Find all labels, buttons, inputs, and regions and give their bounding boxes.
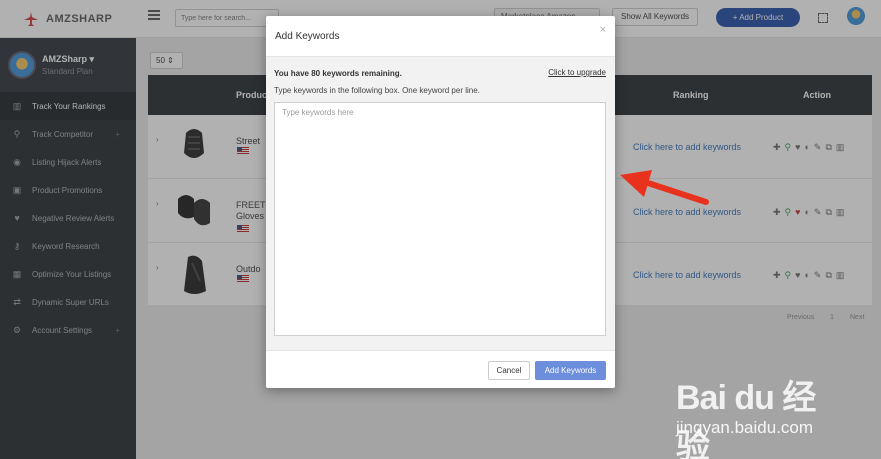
- watermark-logo: Bai du 经验: [676, 379, 816, 459]
- baidu-watermark: Bai du 经验 jingyan.baidu.com: [676, 366, 836, 459]
- add-keywords-button[interactable]: Add Keywords: [535, 361, 606, 380]
- instructions: Type keywords in the following box. One …: [274, 86, 480, 95]
- watermark-url: jingyan.baidu.com: [676, 418, 814, 437]
- annotation-arrow: [620, 170, 709, 205]
- upgrade-link[interactable]: Click to upgrade: [548, 68, 606, 77]
- modal-header: Add Keywords ×: [266, 16, 615, 57]
- add-keywords-modal: Add Keywords × You have 80 keywords rema…: [266, 16, 615, 388]
- cancel-button[interactable]: Cancel: [488, 361, 530, 380]
- modal-title: Add Keywords: [275, 31, 340, 42]
- keywords-textarea[interactable]: [274, 102, 606, 336]
- modal-footer: Cancel Add Keywords: [266, 350, 615, 388]
- keywords-remaining: You have 80 keywords remaining.: [274, 69, 402, 78]
- close-icon[interactable]: ×: [600, 24, 606, 36]
- modal-body: You have 80 keywords remaining. Click to…: [266, 57, 615, 350]
